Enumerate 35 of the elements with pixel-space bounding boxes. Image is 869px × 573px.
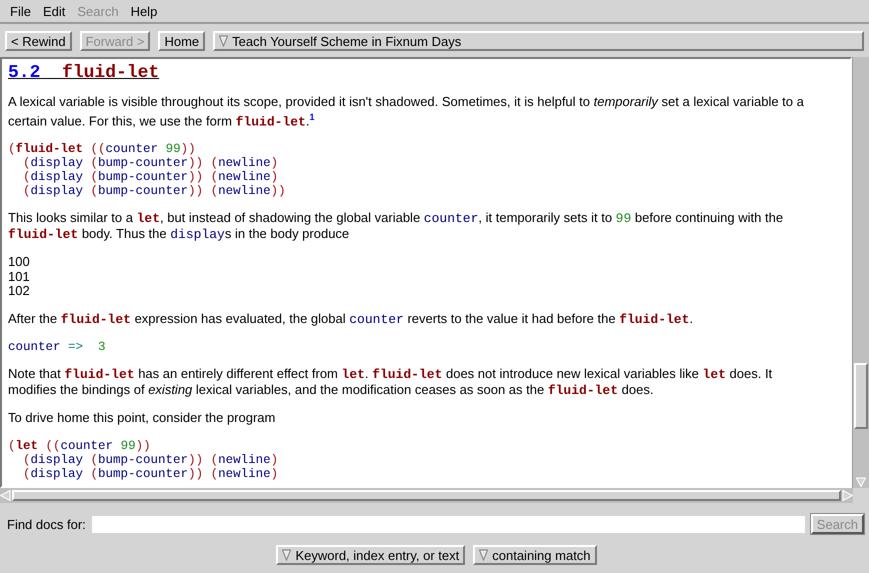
- menu-item[interactable]: Help: [124, 4, 164, 18]
- caret-icon: [282, 549, 292, 561]
- output-line: 102: [8, 284, 31, 299]
- paragraph: A lexical variable is visible throughout its scope, provided it isn't shadowed. Sometimes, it is helpful to temporarily set a lexical variable to a certain value. For this, we use the form fluid-let.$^{1}$: [8, 95, 805, 130]
- caret-icon: [479, 549, 488, 561]
- section-number-link[interactable]: 5.2: [8, 63, 40, 83]
- vertical-scrollbar[interactable]: [852, 57, 869, 488]
- menu-item[interactable]: Edit: [36, 4, 72, 18]
- paragraph: To drive home this point, consider the program: [8, 411, 276, 426]
- section-heading: 5.2 fluid-let: [8, 63, 160, 83]
- caret-icon: [219, 35, 228, 47]
- option-dropdown[interactable]: Keyword, index entry, or text: [276, 545, 466, 565]
- toolbar-button[interactable]: Home: [158, 31, 206, 51]
- footnote-link[interactable]: 1: [309, 112, 314, 122]
- code-line: (let ((counter 99)): [8, 438, 152, 453]
- scrollbar-thumb[interactable]: [854, 363, 868, 429]
- paragraph: This looks similar to a let, but instead of shadowing the global variable counter, it temporarily sets it to 99 before continuing with the fluid-let body. Thus the displays in the body produce: [8, 211, 784, 242]
- page-dropdown[interactable]: Teach Yourself Scheme in Fixnum Days: [213, 31, 864, 51]
- code-line: (display (bump-counter)) (newline): [22, 452, 280, 467]
- paragraph: Note that fluid-let has an entirely different effect from let. fluid-let does not introduce new lexical variables like let does. It modifies the bindings of existing lexical variables, and the modification ceases as soon as the fluid-let does.: [8, 367, 774, 398]
- menu-item[interactable]: File: [4, 4, 37, 18]
- code-line: counter => 3: [8, 340, 107, 354]
- code-line: (display (bump-counter)) (newline): [22, 170, 280, 184]
- paragraph: After the fluid-let expression has evaluated, the global counter reverts to the value it had before the fluid-let.: [8, 312, 694, 328]
- toolbar-button[interactable]: < Rewind: [5, 31, 72, 51]
- code-line: (display (bump-counter)) (newline): [22, 466, 280, 481]
- find-docs-field[interactable]: [92, 516, 805, 532]
- output-line: 101: [8, 270, 31, 284]
- output-line: 100: [8, 255, 31, 270]
- horizontal-scrollbar[interactable]: [0, 488, 853, 503]
- option-dropdown[interactable]: containing match: [473, 545, 597, 565]
- find-label: Find docs for:: [7, 516, 86, 532]
- code-line: (display (bump-counter)) (newline): [22, 156, 280, 170]
- code-line: (fluid-let ((counter 99)): [8, 142, 197, 156]
- code-line: (display (bump-counter)) (newline)): [22, 184, 287, 198]
